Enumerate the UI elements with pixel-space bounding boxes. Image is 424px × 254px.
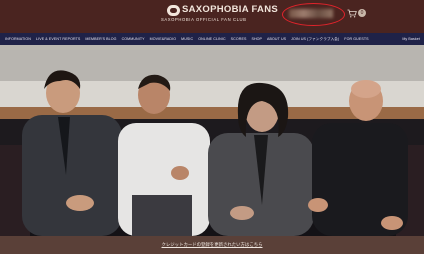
band-member-3 [208,82,314,236]
logo-subtitle: SAXOPHOBIA OFFICIAL FAN CLUB [161,17,247,22]
nav-item-scores[interactable]: SCORES [226,37,247,41]
red-circle-annotation [282,3,345,26]
nav-item-information[interactable]: INFORMATION [0,37,31,41]
nav-item-community[interactable]: COMMUNITY [117,37,145,41]
nav-item-shop[interactable]: SHOP [246,37,262,41]
band-member-4 [308,80,408,236]
band-member-1 [22,70,122,236]
credit-card-update-link[interactable]: クレジットカードの登録を更新されたい方はこちら [162,242,263,248]
cart-icon[interactable] [347,9,357,18]
footer-bar: クレジットカードの登録を更新されたい方はこちら [0,236,424,254]
nav-item-about-us[interactable]: ABOUT US [262,37,286,41]
nav-item-basket[interactable]: My Basket [397,37,424,41]
main-nav: INFORMATION LIVE & EVENT REPORTS MEMBER'… [0,33,424,45]
cart-count-badge: 0 [358,9,366,17]
site-logo[interactable]: SAXOPHOBIA FANS SAXOPHOBIA OFFICIAL FAN … [161,4,278,28]
nav-item-for-guests[interactable]: FOR GUESTS [339,37,368,41]
nav-item-join-us[interactable]: JOIN US (ファンクラブ入会) [286,37,339,42]
site-header: SAXOPHOBIA FANS SAXOPHOBIA OFFICIAL FAN … [0,0,424,33]
nav-item-live-event-reports[interactable]: LIVE & EVENT REPORTS [31,37,80,41]
logo-mark-icon [167,5,180,16]
nav-item-music[interactable]: MUSIC [176,37,193,41]
hero-band-photo [0,45,424,236]
band-members-illustration [0,70,424,236]
band-member-2 [118,74,210,236]
nav-item-online-clinic[interactable]: ONLINE CLINIC [193,37,225,41]
nav-item-members-blog[interactable]: MEMBER'S BLOG [80,37,116,41]
nav-item-movie-radio[interactable]: MOVIE&RADIO [145,37,176,41]
logo-title: SAXOPHOBIA FANS [182,4,278,15]
